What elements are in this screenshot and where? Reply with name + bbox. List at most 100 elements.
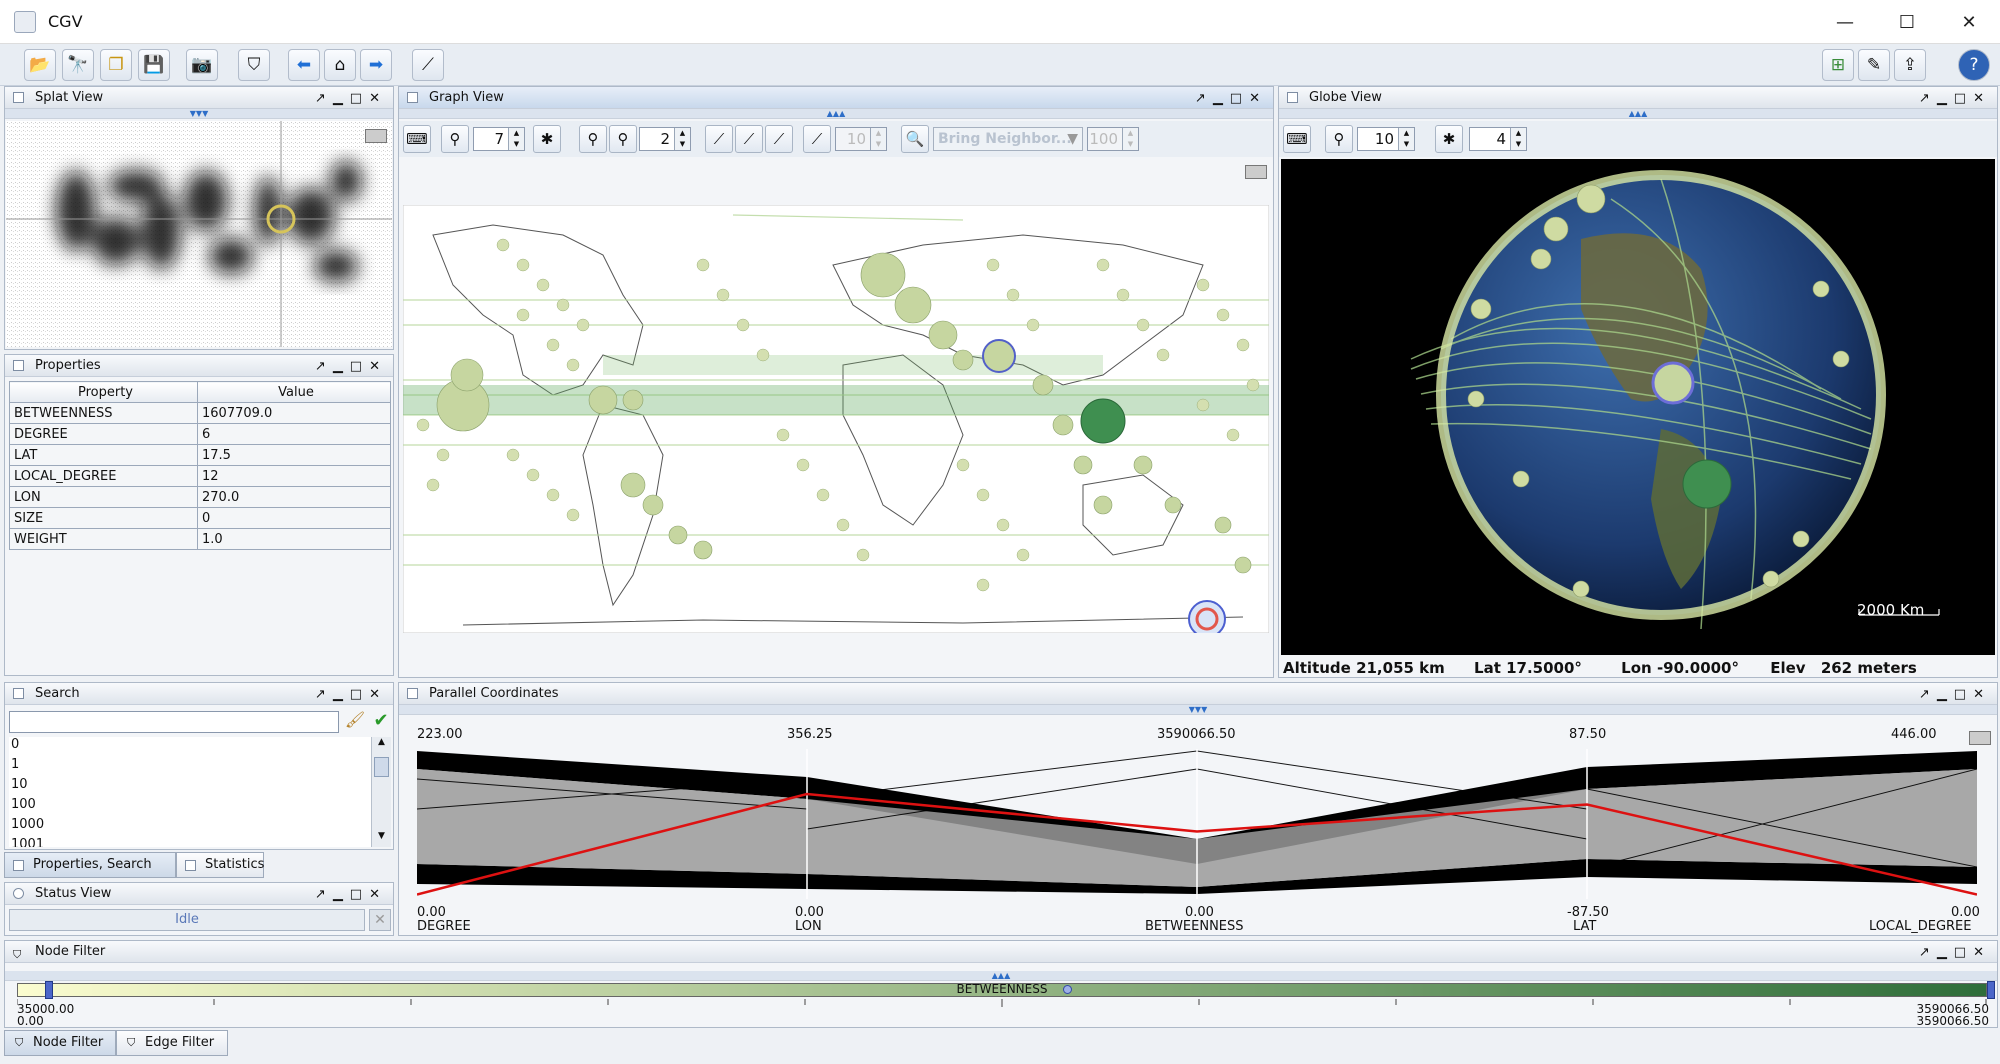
save-icon[interactable]: 💾: [138, 49, 170, 81]
layout-icon[interactable]: ✱: [533, 125, 561, 153]
tab-edge-filter[interactable]: ⛉ Edge Filter: [116, 1030, 228, 1056]
list-item[interactable]: 0: [9, 737, 371, 757]
panel-controls[interactable]: ↗▁□✕: [315, 356, 387, 378]
maximize-icon[interactable]: ☐: [1884, 6, 1930, 38]
edit-window-icon[interactable]: ✎: [1858, 49, 1890, 81]
globe-hop-spinner[interactable]: 4 ▲ ▼: [1469, 127, 1527, 151]
search-title: Search ↗▁□✕: [5, 683, 393, 705]
forward-arrow-icon[interactable]: ➡: [360, 49, 392, 81]
help-icon[interactable]: ?: [1958, 49, 1990, 81]
pin-alt-icon[interactable]: ⚲: [609, 125, 637, 153]
properties-title: Properties ↗▁□✕: [5, 355, 393, 377]
globe-node-spinner[interactable]: 10 ▲ ▼: [1357, 127, 1415, 151]
globe-canvas[interactable]: [1281, 159, 1995, 655]
column-header[interactable]: Property: [9, 381, 198, 403]
table-row[interactable]: LOCAL_DEGREE 12: [9, 465, 391, 487]
property-name: SIZE: [9, 507, 198, 529]
table-row[interactable]: DEGREE 6: [9, 423, 391, 445]
graph-layout-icon[interactable]: ⟋: [412, 49, 444, 81]
status-text: Idle: [9, 909, 365, 931]
filter-icon[interactable]: ⛉: [238, 49, 270, 81]
scrollbar[interactable]: ▲ ▼: [371, 737, 391, 847]
list-item[interactable]: 100: [9, 797, 371, 817]
screenshot-icon[interactable]: 📷: [186, 49, 218, 81]
table-row[interactable]: LON 270.0: [9, 486, 391, 508]
pin-icon[interactable]: ⚲: [579, 125, 607, 153]
apply-check-icon[interactable]: ✔: [369, 710, 393, 734]
list-item[interactable]: 1000: [9, 817, 371, 837]
panel-controls[interactable]: ↗▁□✕: [1919, 942, 1991, 964]
tab-node-filter[interactable]: ⛉ Node Filter: [4, 1030, 116, 1056]
table-row[interactable]: BETWEENNESS 1607709.0: [9, 402, 391, 424]
edge-curve-icon[interactable]: ⟋: [765, 125, 793, 153]
keyboard-icon[interactable]: [1969, 731, 1991, 745]
open-folder-icon[interactable]: 📂: [24, 49, 56, 81]
edge-icon[interactable]: ⟋: [705, 125, 733, 153]
hop-spinner[interactable]: 2 ▲ ▼: [639, 127, 691, 151]
list-item[interactable]: 10: [9, 777, 371, 797]
cancel-task-icon[interactable]: ✕: [369, 909, 391, 931]
slider-right-handle[interactable]: [1987, 981, 1995, 999]
tab-statistics[interactable]: Statistics: [176, 852, 264, 878]
neighbor-count-spinner[interactable]: 100 ▲ ▼: [1087, 127, 1139, 151]
list-item[interactable]: 1001: [9, 837, 371, 847]
binoculars-icon[interactable]: 🔭: [62, 49, 94, 81]
globe-toolbar: ⌨ ⚲ 10 ▲ ▼ ✱ 4 ▲ ▼: [1279, 121, 1997, 157]
table-row[interactable]: LAT 17.5: [9, 444, 391, 466]
list-item[interactable]: 1: [9, 757, 371, 777]
table-row[interactable]: SIZE 0: [9, 507, 391, 529]
panel-controls[interactable]: ↗▁□✕: [315, 884, 387, 906]
collapse-handle[interactable]: ▼▼▼: [399, 705, 1997, 715]
splat-density-map[interactable]: [6, 121, 392, 347]
duplicate-icon[interactable]: ❐: [100, 49, 132, 81]
slider-left-handle[interactable]: [45, 981, 53, 999]
edge-spinner[interactable]: 10 ▲ ▼: [835, 127, 887, 151]
panel-controls[interactable]: ↗▁□✕: [1919, 684, 1991, 706]
filter-attribute-label: BETWEENNESS: [956, 982, 1048, 996]
bring-neighbor-select[interactable]: Bring Neighbor... ▼: [933, 127, 1083, 151]
keyboard-icon[interactable]: [1245, 165, 1267, 179]
axis-min-label: 0.00: [1951, 905, 1980, 920]
collapse-handle[interactable]: ▲▲▲: [5, 971, 1997, 981]
collapse-handle[interactable]: ▼▼▼: [5, 109, 393, 119]
close-icon[interactable]: ✕: [1946, 6, 1992, 38]
export-icon[interactable]: ⇪: [1894, 49, 1926, 81]
altitude-value: 21,055 km: [1356, 659, 1445, 677]
tab-properties-search[interactable]: Properties, Search: [4, 852, 176, 878]
keyboard-icon[interactable]: ⌨: [403, 125, 431, 153]
new-window-icon[interactable]: ⊞: [1822, 49, 1854, 81]
globe-view-panel: Globe View ↗▁□✕ ▲▲▲ ⌨ ⚲ 10 ▲ ▼ ✱ 4 ▲ ▼ 2…: [1278, 86, 1998, 678]
parallel-coordinates-title: Parallel Coordinates ↗▁□✕: [399, 683, 1997, 705]
search-input[interactable]: [9, 711, 339, 733]
keyboard-icon[interactable]: [365, 129, 387, 143]
back-arrow-icon[interactable]: ⬅: [288, 49, 320, 81]
edge-bundle-icon[interactable]: ⟋: [735, 125, 763, 153]
edge-filter-icon[interactable]: ⟋: [803, 125, 831, 153]
elev-label: Elev: [1770, 659, 1806, 677]
slider-center-handle[interactable]: [1063, 985, 1072, 994]
property-name: WEIGHT: [9, 528, 198, 550]
home-icon[interactable]: ⌂: [324, 49, 356, 81]
panel-controls[interactable]: ↗▁□✕: [1195, 88, 1267, 110]
collapse-handle[interactable]: ▲▲▲: [1279, 109, 1997, 119]
collapse-handle[interactable]: ▲▲▲: [399, 109, 1273, 119]
node-size-icon[interactable]: ⚲: [1325, 125, 1353, 153]
layout-icon[interactable]: ✱: [1435, 125, 1463, 153]
node-filter-title: ⛉ Node Filter ↗▁□✕: [5, 941, 1997, 963]
panel-controls[interactable]: ↗▁□✕: [1919, 88, 1991, 110]
panel-controls[interactable]: ↗▁□✕: [315, 88, 387, 110]
graph-map-canvas[interactable]: [403, 205, 1269, 633]
parallel-coordinates-plot[interactable]: [417, 749, 1977, 899]
magnifier-icon[interactable]: 🔍: [901, 125, 929, 153]
status-view-panel: Status View ↗▁□✕ Idle ✕: [4, 882, 394, 936]
property-value: 1607709.0: [197, 402, 391, 424]
minimize-icon[interactable]: —: [1822, 6, 1868, 38]
column-header[interactable]: Value: [197, 381, 391, 403]
panel-controls[interactable]: ↗▁□✕: [315, 684, 387, 706]
clear-brush-icon[interactable]: 🖌: [343, 710, 367, 734]
keyboard-icon[interactable]: ⌨: [1283, 125, 1311, 153]
table-row[interactable]: WEIGHT 1.0: [9, 528, 391, 550]
node-size-icon[interactable]: ⚲: [441, 125, 469, 153]
axis-name-label: LAT: [1573, 919, 1597, 934]
node-size-spinner[interactable]: 7 ▲ ▼: [473, 127, 525, 151]
